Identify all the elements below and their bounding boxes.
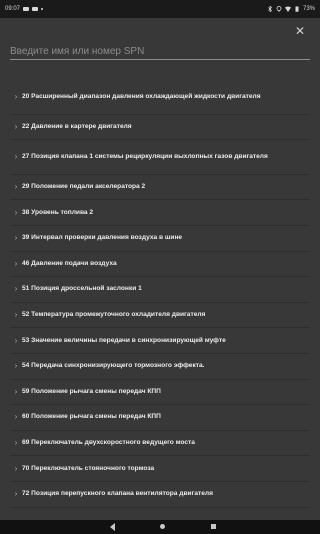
chevron-right-icon: › — [14, 412, 18, 422]
chevron-right-icon: › — [14, 284, 18, 294]
list-item-label: 38 Уровень топлива 2 — [22, 208, 94, 216]
search-input[interactable] — [10, 44, 310, 60]
list-item[interactable]: › 53 Значение величины передачи в синхрон… — [10, 328, 310, 354]
chevron-right-icon: › — [14, 258, 18, 268]
list-item[interactable]: › 69 Переключатель двухскоростного ведуще… — [10, 431, 310, 457]
chevron-right-icon: › — [14, 151, 18, 161]
list-item[interactable]: › 27 Позиция клапана 1 системы рециркуляц… — [10, 140, 310, 175]
notification-icon — [32, 7, 39, 11]
wifi-icon — [284, 6, 291, 12]
chevron-right-icon: › — [14, 335, 18, 345]
list-item-label: 39 Интервал проверки давления воздуха в … — [22, 234, 183, 242]
chevron-right-icon: › — [14, 463, 18, 473]
list-item[interactable]: › 54 Передача синхронизирующего тормозног… — [10, 354, 310, 380]
recents-icon[interactable] — [211, 524, 216, 529]
chevron-right-icon: › — [14, 121, 18, 131]
chevron-right-icon: › — [14, 438, 18, 448]
list-item-label: 54 Передача синхронизирующего тормозного… — [22, 362, 205, 370]
list-item-label: 22 Давление в картере двигателя — [22, 122, 132, 130]
battery-icon — [295, 6, 299, 12]
back-icon[interactable] — [110, 523, 115, 531]
list-item[interactable]: › 51 Позиция дроссельной заслонки 1 — [10, 277, 310, 303]
home-icon[interactable] — [160, 524, 165, 529]
list-item-label: 52 Температура промежуточного охладителя… — [22, 311, 206, 319]
list-item-label: 59 Положение рычага смены передач КПП — [22, 387, 161, 395]
list-item[interactable]: › 39 Интервал проверки давления воздуха в… — [10, 226, 310, 252]
spn-list[interactable]: › 20 Расширенный диапазон давления охлажд… — [10, 80, 310, 520]
list-item[interactable]: › 52 Температура промежуточного охладител… — [10, 303, 310, 329]
chevron-right-icon: › — [14, 361, 18, 371]
list-item-label: 20 Расширенный диапазон давления охлажда… — [22, 92, 261, 100]
bluetooth-icon — [268, 6, 272, 12]
chevron-right-icon: › — [14, 233, 18, 243]
close-icon[interactable]: ✕ — [294, 25, 306, 37]
list-item[interactable]: › 29 Положение педали акселератора 2 — [10, 175, 310, 201]
list-item[interactable]: › 22 Давление в картере двигателя — [10, 115, 310, 141]
list-item[interactable]: › 59 Положение рычага смены передач КПП — [10, 380, 310, 406]
list-item-label: 72 Позиция перепускного клапана вентилят… — [22, 490, 213, 498]
list-item-label: 69 Переключатель двухскоростного ведущег… — [22, 439, 195, 447]
list-item[interactable]: › 20 Расширенный диапазон давления охлажд… — [10, 80, 310, 115]
battery-percent: 73% — [302, 6, 315, 12]
location-icon — [276, 6, 282, 12]
list-item-label: 60 Положение рычага смены передач КПП — [22, 413, 161, 421]
list-item[interactable]: › 70 Переключатель стояночного тормоза — [10, 456, 310, 482]
list-item[interactable]: › 60 Положение рычага смены передач КПП — [10, 405, 310, 431]
list-item-label: 53 Значение величины передачи в синхрони… — [22, 336, 226, 344]
list-item-label: 70 Переключатель стояночного тормоза — [22, 464, 155, 472]
status-time: 09:07 — [5, 6, 21, 12]
list-item-label: 29 Положение педали акселератора 2 — [22, 183, 146, 191]
chevron-right-icon: › — [14, 182, 18, 192]
chevron-right-icon: › — [14, 386, 18, 396]
list-item-label: 46 Давление подачи воздуха — [22, 259, 117, 267]
spn-select-dialog: ✕ › 20 Расширенный диапазон давления охла… — [0, 18, 320, 520]
list-item-label: 27 Позиция клапана 1 системы рециркуляци… — [22, 152, 268, 160]
list-item-label: 51 Позиция дроссельной заслонки 1 — [22, 285, 142, 293]
notification-icon — [23, 7, 30, 11]
list-item[interactable]: › 38 Уровень топлива 2 — [10, 200, 310, 226]
chevron-right-icon: › — [14, 489, 18, 499]
chevron-right-icon: › — [14, 310, 18, 320]
dot-icon — [41, 8, 44, 10]
chevron-right-icon: › — [14, 207, 18, 217]
status-bar: 09:07 73% — [0, 0, 320, 18]
chevron-right-icon: › — [14, 91, 18, 101]
list-item[interactable]: › 46 Давление подачи воздуха — [10, 252, 310, 278]
navigation-bar — [0, 520, 320, 534]
list-item[interactable]: › 72 Позиция перепускного клапана вентиля… — [10, 482, 310, 508]
